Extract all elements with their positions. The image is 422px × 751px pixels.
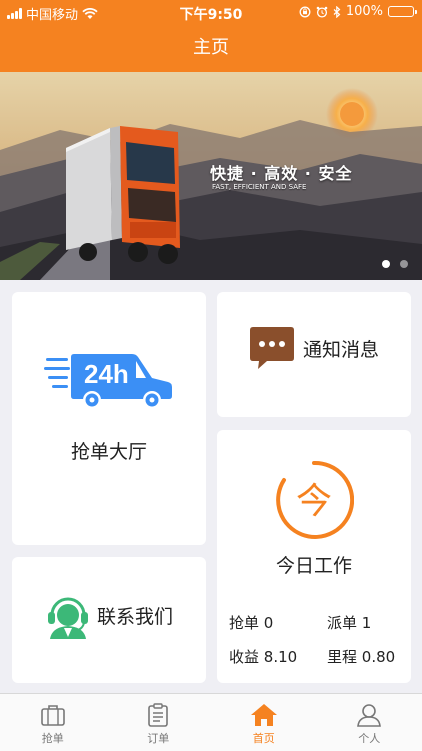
stat-dispatched: 派单 1	[327, 612, 409, 633]
page-title: 主页	[193, 37, 229, 58]
banner-title: 快捷 · 高效 · 安全	[210, 160, 352, 184]
status-right: 100%	[299, 4, 414, 19]
grab-order-hall-card[interactable]: 24h 抢单大厅	[12, 292, 206, 545]
battery-percent: 100%	[346, 4, 383, 19]
notification-label: 通知消息	[303, 335, 379, 362]
tab-label: 首页	[253, 730, 275, 746]
banner-subtitle: FAST, EFFICIENT AND SAFE	[212, 183, 306, 191]
clipboard-icon	[145, 703, 171, 727]
nav-bar: 主页	[0, 24, 422, 72]
tab-label: 订单	[147, 730, 169, 746]
stat-grab-orders: 抢单 0	[229, 612, 327, 633]
grab-order-hall-label: 抢单大厅	[12, 437, 206, 464]
carousel-dot[interactable]	[382, 260, 390, 268]
person-icon	[356, 703, 382, 727]
bluetooth-icon	[333, 6, 341, 18]
tab-orders[interactable]: 订单	[106, 694, 212, 751]
tab-label: 个人	[358, 730, 380, 746]
notification-content: 通知消息	[249, 325, 379, 371]
battery-icon	[388, 6, 414, 17]
home-icon	[250, 703, 278, 727]
today-icon: 今	[274, 460, 354, 540]
customer-service-icon	[44, 591, 92, 639]
message-bubble-icon	[249, 325, 295, 371]
alarm-icon	[316, 6, 328, 18]
contact-us-card[interactable]: 联系我们	[12, 557, 206, 683]
contact-content: 联系我们	[44, 591, 173, 639]
status-bar: 中国移动 下午9:50 100%	[0, 0, 422, 24]
today-icon-char: 今	[296, 481, 332, 522]
stats-row: 抢单 0 派单 1	[229, 612, 409, 633]
tab-label: 抢单	[42, 730, 64, 746]
carousel-dot[interactable]	[400, 260, 408, 268]
today-stats: 抢单 0 派单 1 收益 8.10 里程 0.80	[229, 612, 409, 680]
tab-grab-order[interactable]: 抢单	[0, 694, 106, 751]
stats-row: 收益 8.10 里程 0.80	[229, 646, 409, 667]
carousel-dots	[382, 260, 408, 268]
contact-us-label: 联系我们	[97, 602, 173, 629]
stat-mileage: 里程 0.80	[327, 646, 409, 667]
hall-badge: 24h	[84, 359, 129, 389]
delivery-truck-24h-icon: 24h	[44, 350, 174, 412]
briefcase-icon	[40, 703, 66, 727]
tab-profile[interactable]: 个人	[317, 694, 422, 751]
notification-card[interactable]: 通知消息	[217, 292, 411, 417]
tab-home[interactable]: 首页	[211, 694, 317, 751]
tab-bar: 抢单 订单 首页 个人	[0, 693, 422, 751]
stat-earnings: 收益 8.10	[229, 646, 327, 667]
today-work-card[interactable]: 今 今日工作 抢单 0 派单 1 收益 8.10 里程 0.80	[217, 430, 411, 683]
today-work-label: 今日工作	[217, 551, 411, 578]
banner-carousel[interactable]: 快捷 · 高效 · 安全 FAST, EFFICIENT AND SAFE	[0, 72, 422, 280]
orientation-lock-icon	[299, 6, 311, 18]
